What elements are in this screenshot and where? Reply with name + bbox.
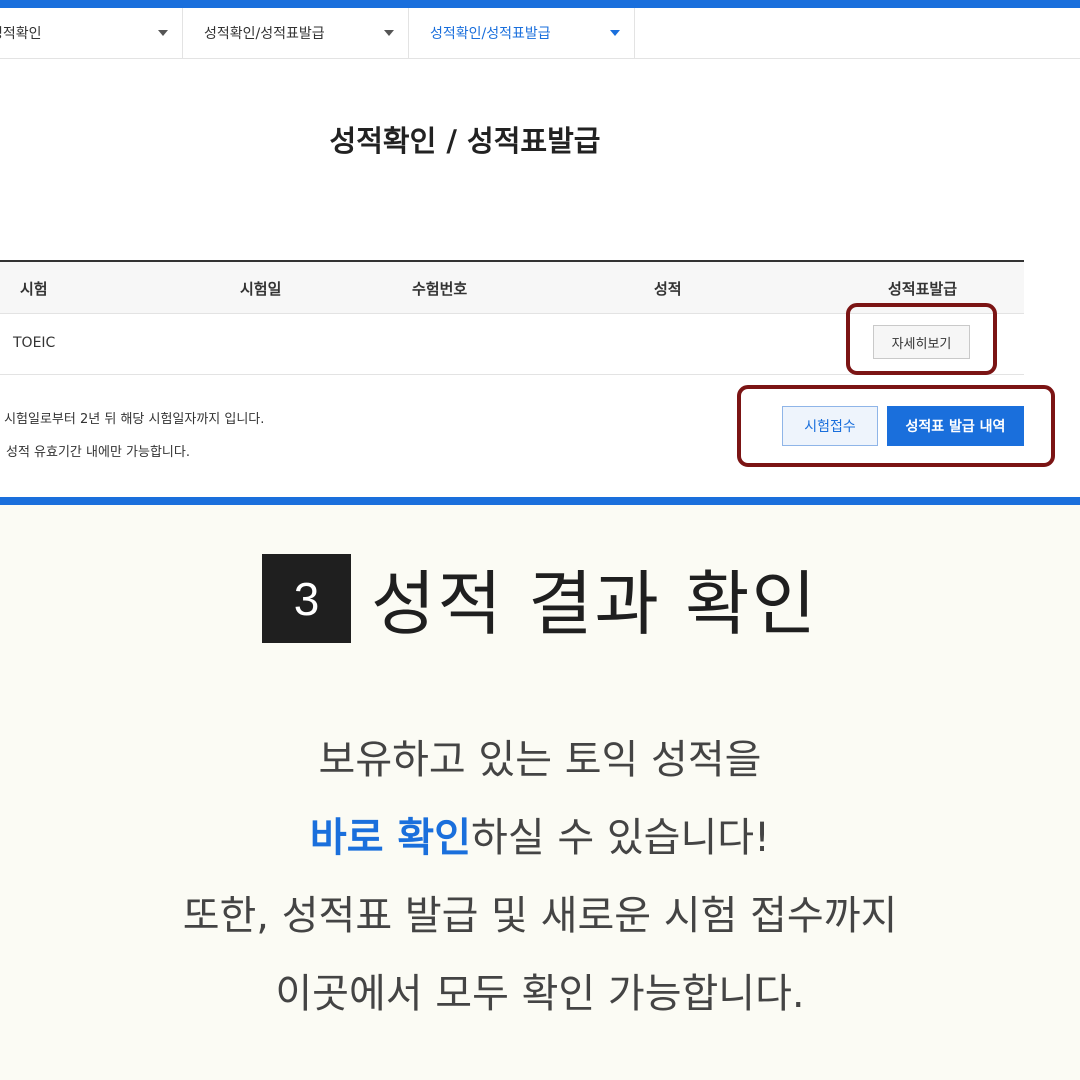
breadcrumb-dropdown-1[interactable]: 성적확인 <box>0 8 183 58</box>
breadcrumb-label: 성적확인/성적표발급 <box>430 26 551 42</box>
breadcrumb-label: 성적확인 <box>0 26 42 42</box>
cell-exam: TOEIC <box>13 335 56 351</box>
description-text: 하실 수 있습니다! <box>471 815 771 861</box>
screenshot-panel: 성적확인 성적확인/성적표발급 성적확인/성적표발급 성적확인 / 성적표발급 … <box>0 0 1080 505</box>
validity-note: 성적 유효기간 내에만 가능합니다. <box>6 445 190 460</box>
description-line: 보유하고 있는 토익 성적을 <box>318 737 762 783</box>
step-title: 성적 결과 확인 <box>371 563 818 645</box>
exam-apply-button[interactable]: 시험접수 <box>782 406 878 446</box>
page-title: 성적확인 / 성적표발급 <box>329 124 601 158</box>
breadcrumb: 성적확인 성적확인/성적표발급 성적확인/성적표발급 <box>0 8 1080 59</box>
header-number: 수험번호 <box>412 280 468 298</box>
view-details-button[interactable]: 자세히보기 <box>873 325 970 359</box>
description-emphasis: 바로 확인 <box>309 815 472 861</box>
description-line: 이곳에서 모두 확인 가능합니다. <box>275 971 805 1017</box>
header-exam: 시험 <box>20 280 48 298</box>
step-heading: 3 성적 결과 확인 <box>0 548 1080 649</box>
bottom-accent-bar <box>0 497 1080 505</box>
caret-down-icon <box>384 30 394 36</box>
header-score: 성적 <box>654 280 682 298</box>
breadcrumb-dropdown-3[interactable]: 성적확인/성적표발급 <box>409 8 635 58</box>
validity-note: 은 시험일로부터 2년 뒤 해당 시험일자까지 입니다. <box>0 412 265 427</box>
breadcrumb-dropdown-2[interactable]: 성적확인/성적표발급 <box>183 8 409 58</box>
report-history-button[interactable]: 성적표 발급 내역 <box>887 406 1024 446</box>
caret-down-icon <box>610 30 620 36</box>
breadcrumb-label: 성적확인/성적표발급 <box>204 26 325 42</box>
step-number-badge: 3 <box>262 554 352 643</box>
description-line: 바로 확인하실 수 있습니다! <box>0 805 1080 863</box>
header-report: 성적표발급 <box>888 280 958 298</box>
top-accent-bar <box>0 0 1080 8</box>
header-date: 시험일 <box>240 280 282 298</box>
caret-down-icon <box>158 30 168 36</box>
description-line: 또한, 성적표 발급 및 새로운 시험 접수까지 <box>182 893 898 939</box>
